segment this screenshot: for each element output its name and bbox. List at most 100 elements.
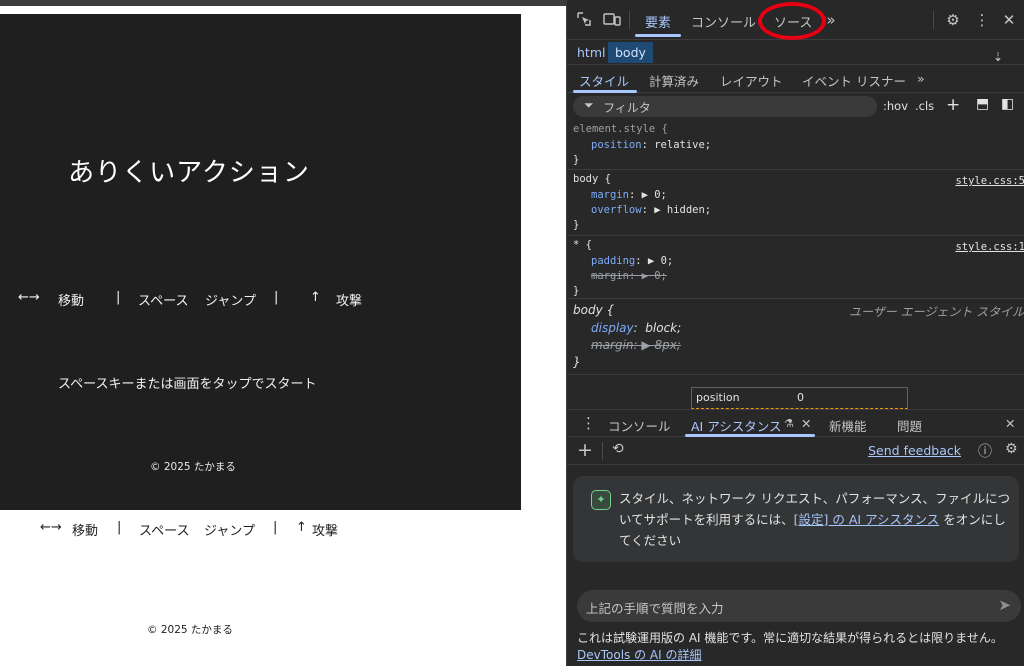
close-icon[interactable]: ✕ bbox=[1000, 11, 1018, 29]
style-rule-user-agent: body { ユーザー エージェント スタイルシート display: bloc… bbox=[567, 299, 1024, 375]
separator: | bbox=[274, 290, 279, 305]
rule-declaration[interactable]: padding: ▶ 0; bbox=[591, 255, 673, 267]
rule-selector: element.style { bbox=[573, 123, 668, 135]
drawer-tab-console[interactable]: コンソール bbox=[608, 416, 671, 435]
move-arrows: ←→ bbox=[18, 290, 40, 305]
ai-assistance-toolbar: + ⟲ Send feedback ⓘ ⚙ bbox=[567, 437, 1024, 465]
rule-selector: body { bbox=[573, 173, 611, 185]
attack-arrow: ↑ bbox=[310, 290, 321, 305]
rule-close: } bbox=[573, 219, 580, 231]
drawer-tabbar: ⋮ コンソール AI アシスタンス ⚗ ✕ 新機能 問題 ✕ bbox=[567, 409, 1024, 437]
devtools-tabbar: 要素 コンソール ソース » ⚙ ⋮ ✕ bbox=[567, 0, 1024, 40]
jump-label: ジャンプ bbox=[205, 294, 256, 309]
drawer-menu-icon[interactable]: ⋮ bbox=[581, 414, 596, 432]
send-icon[interactable]: ➤ bbox=[998, 596, 1011, 614]
drawer-tab-issues[interactable]: 問題 bbox=[897, 416, 922, 435]
ai-disclaimer: これは試験運用版の AI 機能です。常に適切な結果が得られるとは限りません。 De… bbox=[577, 630, 1023, 664]
rule-close: } bbox=[573, 154, 580, 166]
more-tabs-chevron-icon[interactable]: » bbox=[822, 11, 840, 29]
rule-source-link[interactable]: style.css:1 bbox=[955, 241, 1024, 253]
toolbar-divider bbox=[629, 11, 630, 29]
pin-icon[interactable]: ⇣ bbox=[993, 50, 1003, 64]
rule-declaration: display: block; bbox=[591, 321, 682, 335]
user-agent-stylesheet-label: ユーザー エージェント スタイルシート bbox=[849, 305, 1024, 319]
viewport-top-strip bbox=[0, 0, 566, 6]
help-icon[interactable]: ⓘ bbox=[978, 441, 992, 461]
move-label: 移動 bbox=[58, 294, 85, 309]
ai-input-placeholder: 上記の手順で質問を入力 bbox=[586, 601, 724, 616]
drawer-close-icon[interactable]: ✕ bbox=[1005, 416, 1015, 431]
toggle-sidebar-icon[interactable]: ◧ bbox=[1001, 96, 1014, 112]
subtab-layout[interactable]: レイアウト bbox=[720, 71, 783, 90]
move-arrows: ←→ bbox=[40, 520, 62, 535]
space-label: スペース bbox=[139, 524, 190, 539]
box-model-position-value[interactable]: 0 bbox=[797, 391, 804, 404]
hov-toggle[interactable]: :hov bbox=[883, 99, 908, 113]
drawer-tab-close-icon[interactable]: ✕ bbox=[801, 416, 811, 431]
filter-placeholder: フィルタ bbox=[603, 101, 651, 115]
subtab-styles[interactable]: スタイル bbox=[579, 71, 629, 90]
game-canvas[interactable]: ありくいアクション ←→ 移動 | スペース ジャンプ | ↑ 攻撃 スペースキ… bbox=[0, 14, 521, 510]
style-rule-element: element.style { position: relative; } bbox=[567, 120, 1024, 170]
separator: | bbox=[273, 520, 278, 535]
toolbar-divider bbox=[602, 442, 603, 460]
ai-question-input[interactable]: 上記の手順で質問を入力 ➤ bbox=[577, 590, 1021, 622]
history-icon[interactable]: ⟲ bbox=[612, 441, 624, 457]
ai-assistance-info-card: ✦ スタイル、ネットワーク リクエスト、パフォーマンス、ファイルについてサポート… bbox=[573, 476, 1019, 562]
drawer-tab-whats-new[interactable]: 新機能 bbox=[829, 416, 867, 435]
more-subtabs-chevron-icon[interactable]: » bbox=[917, 71, 925, 86]
style-rule-universal: * { style.css:1 padding: ▶ 0; margin: ▶ … bbox=[567, 236, 1024, 299]
breadcrumb: html body ⇣ bbox=[567, 40, 1024, 65]
ai-settings-link[interactable]: [設定] の AI アシスタンス bbox=[794, 512, 940, 527]
page-copyright: © 2025 たかまる bbox=[147, 624, 233, 636]
rule-source-link[interactable]: style.css:5 bbox=[955, 175, 1024, 187]
attack-label: 攻撃 bbox=[312, 524, 339, 539]
styles-filter-bar: ⏷ フィルタ :hov .cls + ⬒ ◧ bbox=[567, 93, 1024, 120]
annotation-circle bbox=[758, 2, 826, 40]
new-rule-button[interactable]: + bbox=[946, 95, 960, 115]
rule-selector: * { bbox=[573, 239, 592, 251]
send-feedback-link[interactable]: Send feedback bbox=[868, 443, 961, 458]
box-model-diagram: position 0 bbox=[691, 387, 908, 409]
rule-selector: body { bbox=[573, 303, 615, 317]
rule-declaration[interactable]: overflow: ▶ hidden; bbox=[591, 204, 711, 216]
rule-declaration-overridden[interactable]: margin: ▶ 0; bbox=[591, 270, 667, 282]
cls-toggle[interactable]: .cls bbox=[915, 99, 934, 113]
experimental-flask-icon: ⚗ bbox=[784, 417, 794, 430]
rule-declaration[interactable]: position: relative; bbox=[591, 139, 711, 151]
ai-card-message: スタイル、ネットワーク リクエスト、パフォーマンス、ファイルについてサポートを利… bbox=[619, 488, 1011, 551]
paint-brush-icon[interactable]: ⬒ bbox=[976, 96, 989, 112]
separator: | bbox=[117, 520, 122, 535]
devtools-ai-details-link[interactable]: DevTools の AI の詳細 bbox=[577, 648, 701, 662]
more-options-icon[interactable]: ⋮ bbox=[973, 11, 991, 29]
rule-declaration-overridden: margin: ▶ 8px; bbox=[591, 338, 681, 352]
new-chat-plus-icon[interactable]: + bbox=[577, 439, 593, 461]
tab-elements[interactable]: 要素 bbox=[645, 12, 671, 31]
ai-assistant-icon: ✦ bbox=[591, 490, 611, 510]
rule-declaration[interactable]: margin: ▶ 0; bbox=[591, 189, 667, 201]
space-label: スペース bbox=[138, 294, 189, 309]
settings-gear-icon[interactable]: ⚙ bbox=[944, 11, 962, 29]
move-label: 移動 bbox=[72, 524, 99, 539]
game-title: ありくいアクション bbox=[68, 158, 310, 188]
breadcrumb-html[interactable]: html bbox=[570, 42, 612, 63]
box-model-position-label: position bbox=[696, 391, 740, 404]
drawer-tab-ai-assistance[interactable]: AI アシスタンス bbox=[691, 416, 781, 435]
toolbar-divider bbox=[933, 11, 934, 29]
active-tab-indicator bbox=[635, 34, 681, 37]
filter-input[interactable]: ⏷ フィルタ bbox=[573, 96, 877, 117]
attack-label: 攻撃 bbox=[336, 294, 363, 309]
tab-console[interactable]: コンソール bbox=[691, 12, 756, 31]
settings-gear-icon[interactable]: ⚙ bbox=[1005, 441, 1018, 457]
breadcrumb-body[interactable]: body bbox=[608, 42, 653, 63]
filter-icon: ⏷ bbox=[584, 98, 594, 112]
jump-label: ジャンプ bbox=[204, 524, 255, 539]
devtools-panel: 要素 コンソール ソース » ⚙ ⋮ ✕ html body ⇣ スタイル 計算… bbox=[566, 0, 1024, 666]
subtab-computed[interactable]: 計算済み bbox=[649, 71, 699, 90]
device-toolbar-icon[interactable] bbox=[603, 11, 621, 29]
separator: | bbox=[116, 290, 121, 305]
subtab-event-listeners[interactable]: イベント リスナー bbox=[802, 71, 906, 90]
rule-close: } bbox=[573, 355, 581, 369]
start-message: スペースキーまたは画面をタップでスタート bbox=[58, 377, 317, 392]
inspect-element-icon[interactable] bbox=[575, 11, 593, 29]
